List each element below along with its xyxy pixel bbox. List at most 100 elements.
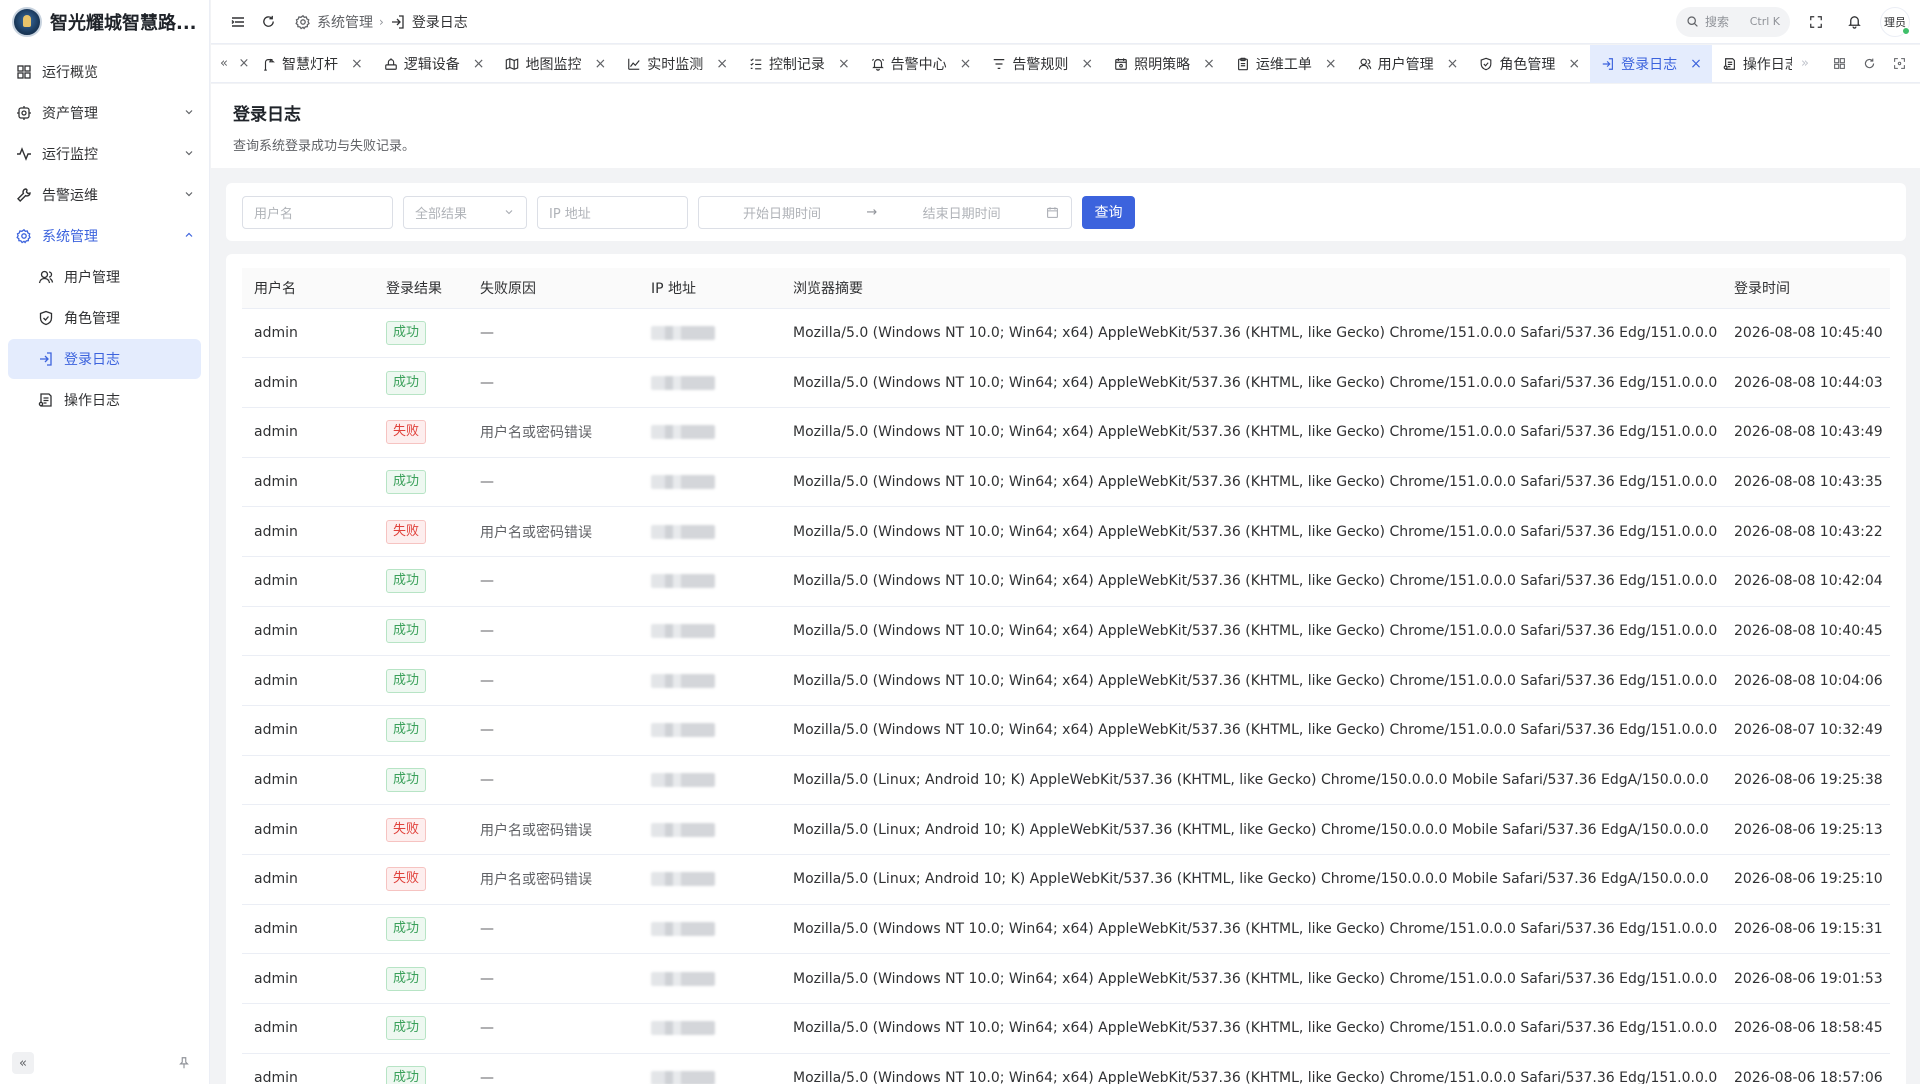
status-badge: 失败 — [386, 867, 427, 892]
maximize-icon[interactable] — [1886, 51, 1912, 77]
username-input[interactable]: 用户名 — [242, 195, 393, 229]
tab[interactable]: 智慧灯杆 × — [251, 45, 373, 83]
users-icon — [1357, 56, 1373, 72]
close-icon[interactable]: × — [473, 56, 485, 72]
cell-login-time: 2026-08-06 18:57:06 — [1722, 1053, 1890, 1084]
tab[interactable]: 登录日志 × — [1590, 44, 1712, 83]
tab[interactable]: 告警规则 × — [981, 45, 1103, 83]
tab[interactable]: 角色管理 × — [1468, 45, 1590, 83]
chevron-up-icon — [183, 229, 195, 244]
cell-login-time: 2026-08-08 10:04:06 — [1722, 655, 1890, 706]
sidebar-item[interactable]: 告警运维 — [8, 175, 201, 215]
table-row: admin 成功 — Mozilla/5.0 (Windows NT 10.0; Wi… — [242, 556, 1890, 607]
close-icon[interactable]: × — [1325, 56, 1337, 72]
cell-user-agent: Mozilla/5.0 (Windows NT 10.0; Win64; x64… — [781, 655, 1722, 706]
cell-fail-reason: — — [468, 953, 639, 1005]
page-description: 查询系统登录成功与失败记录。 — [233, 139, 416, 154]
tabs-scroll-right-icon[interactable]: » — [1792, 45, 1818, 83]
global-search[interactable]: 搜索 Ctrl K — [1676, 6, 1790, 37]
refresh-tab-icon[interactable] — [1856, 51, 1882, 77]
tab[interactable]: 运维工单 × — [1225, 45, 1347, 83]
column-header: 浏览器摘要 — [781, 268, 1722, 309]
bell-icon[interactable] — [1842, 10, 1866, 34]
status-badge: 失败 — [386, 519, 427, 544]
start-datetime-placeholder[interactable]: 开始日期时间 — [743, 203, 821, 222]
close-icon[interactable]: × — [716, 56, 728, 72]
collapse-sidebar-icon[interactable]: « — [12, 1052, 34, 1074]
cell-login-time: 2026-08-06 19:25:10 — [1722, 854, 1890, 905]
status-badge: 成功 — [386, 917, 427, 942]
tab-label: 角色管理 — [1499, 56, 1556, 73]
table-row: admin 成功 — Mozilla/5.0 (Windows NT 10.0; Wi… — [242, 904, 1890, 955]
cell-login-time: 2026-08-08 10:42:04 — [1722, 556, 1890, 607]
tab[interactable]: 告警中心 × — [860, 45, 982, 83]
cell-ip — [639, 606, 781, 657]
cell-user-agent: Mozilla/5.0 (Linux; Android 10; K) Apple… — [781, 755, 1722, 806]
ip-input[interactable]: IP 地址 — [537, 195, 688, 229]
table-row: admin 成功 — Mozilla/5.0 (Windows NT 10.0; Wi… — [242, 705, 1890, 756]
table-row: admin 失败 用户名或密码错误 Mozilla/5.0 (Windows NT 1… — [242, 407, 1890, 458]
sidebar-item[interactable]: 运行监控 — [8, 134, 201, 174]
query-button[interactable]: 查询 — [1082, 195, 1135, 229]
tab[interactable]: 操作日志× — [1712, 45, 1792, 83]
cell-username: admin — [242, 457, 374, 508]
sidebar-item[interactable]: 运行概览 — [8, 52, 201, 92]
cell-result: 失败 — [374, 506, 468, 557]
close-icon[interactable]: × — [351, 56, 363, 72]
sidebar-subitem[interactable]: 角色管理 — [8, 298, 201, 338]
cell-username: admin — [242, 1053, 374, 1084]
close-icon[interactable]: × — [237, 45, 251, 83]
table-body: admin 成功 — Mozilla/5.0 (Windows NT 10.0; Wi… — [242, 308, 1890, 1084]
cell-result: 成功 — [374, 904, 468, 955]
close-icon[interactable]: × — [1081, 56, 1093, 72]
end-datetime-placeholder[interactable]: 结束日期时间 — [923, 203, 1001, 222]
close-icon[interactable]: × — [594, 56, 606, 72]
table-row: admin 失败 用户名或密码错误 Mozilla/5.0 (Windows NT 1… — [242, 506, 1890, 557]
close-icon[interactable]: × — [1447, 56, 1459, 72]
sidebar-subitem[interactable]: 用户管理 — [8, 257, 201, 297]
table-row: admin 成功 — Mozilla/5.0 (Linux; Android 10; … — [242, 755, 1890, 806]
breadcrumb-item[interactable]: 系统管理 — [317, 12, 373, 32]
cell-user-agent: Mozilla/5.0 (Windows NT 10.0; Win64; x64… — [781, 1003, 1722, 1054]
cell-login-time: 2026-08-08 10:43:49 — [1722, 407, 1890, 458]
pin-icon[interactable] — [173, 1052, 195, 1074]
tabs-bar: « × 智慧灯杆 × 逻辑设备 × 地图监控 × 实时监测 × 控制记录 × 告警中心 × 告警规则 × 照… — [211, 44, 1920, 83]
cell-username: admin — [242, 953, 374, 1005]
tab-label: 智慧灯杆 — [282, 56, 338, 73]
sidebar-subitem[interactable]: 登录日志 — [8, 339, 201, 379]
close-icon[interactable]: × — [1203, 56, 1215, 72]
table-row: admin 失败 用户名或密码错误 Mozilla/5.0 (Linux; Andro… — [242, 804, 1890, 856]
result-select[interactable]: 全部结果 — [403, 195, 527, 229]
sidebar-item[interactable]: 资产管理 — [8, 93, 201, 133]
tab[interactable]: 用户管理 × — [1347, 45, 1469, 83]
tab[interactable]: 逻辑设备 × — [373, 45, 495, 83]
close-icon[interactable]: × — [838, 56, 850, 72]
tab[interactable]: 照明策略 × — [1103, 45, 1225, 83]
sidebar-subitem[interactable]: 操作日志 — [8, 380, 201, 420]
close-icon[interactable]: × — [1690, 56, 1702, 72]
close-icon[interactable]: × — [960, 56, 972, 72]
page-header: 登录日志 查询系统登录成功与失败记录。 — [211, 84, 1920, 168]
tab[interactable]: 实时监测 × — [616, 45, 738, 83]
breadcrumb-current: 登录日志 — [411, 14, 468, 31]
sidebar-item[interactable]: 系统管理 — [8, 216, 201, 256]
tabs-scroll-left-icon[interactable]: « — [211, 45, 237, 83]
avatar[interactable]: 理员 — [1880, 6, 1910, 37]
grid-icon[interactable] — [1826, 51, 1852, 77]
cell-result: 成功 — [374, 655, 468, 706]
menu-toggle-icon[interactable] — [225, 9, 251, 35]
tab[interactable]: 地图监控 × — [494, 45, 616, 83]
tab[interactable]: 控制记录 × — [738, 45, 860, 83]
datetime-range-picker[interactable]: 开始日期时间 → 结束日期时间 — [698, 195, 1072, 229]
cell-user-agent: Mozilla/5.0 (Windows NT 10.0; Win64; x64… — [781, 556, 1722, 607]
refresh-icon[interactable] — [255, 9, 281, 35]
cell-fail-reason: — — [468, 705, 639, 756]
tabs-list: 智慧灯杆 × 逻辑设备 × 地图监控 × 实时监测 × 控制记录 × 告警中心 × 告警规则 × 照明策略 ×… — [251, 44, 1792, 83]
cell-ip — [639, 357, 781, 408]
fullscreen-icon[interactable] — [1804, 10, 1828, 34]
close-icon[interactable]: × — [1568, 56, 1580, 72]
ip-placeholder: IP 地址 — [549, 206, 591, 222]
cell-result: 失败 — [374, 407, 468, 458]
table-row: admin 成功 — Mozilla/5.0 (Windows NT 10.0; Wi… — [242, 1003, 1890, 1054]
search-placeholder: 搜索 — [1705, 15, 1730, 29]
